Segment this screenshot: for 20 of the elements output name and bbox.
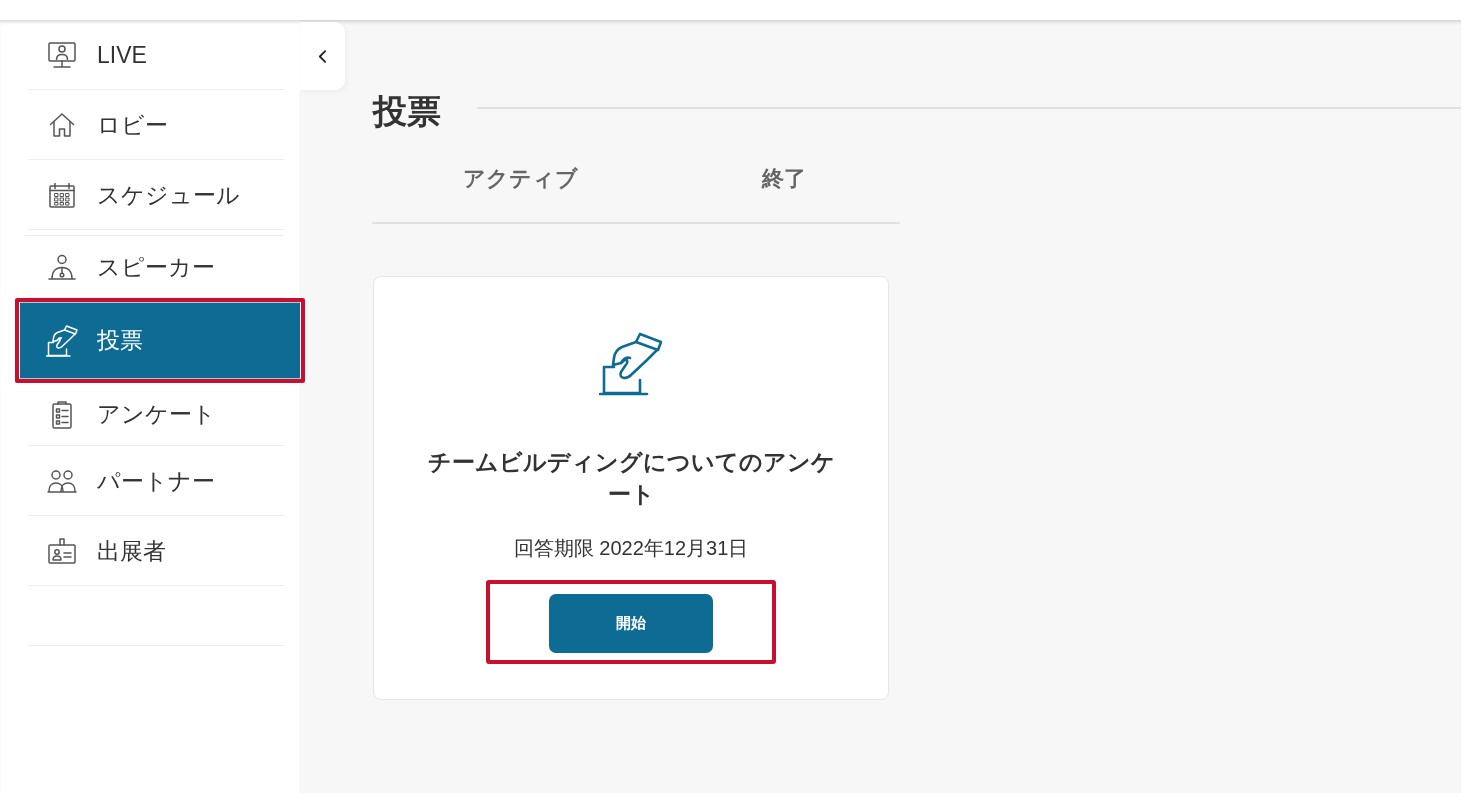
ballot-box-icon — [599, 332, 663, 396]
nav-item[interactable]: LIVE — [20, 20, 300, 90]
nav-item[interactable]: アンケート — [20, 383, 300, 446]
chevron-left-icon — [318, 48, 327, 64]
id-badge-icon — [46, 535, 78, 567]
nav-item[interactable]: パートナー — [20, 446, 300, 516]
ballot-box-icon — [46, 324, 78, 357]
nav-item[interactable]: スケジュール — [20, 160, 300, 230]
page-title: 投票 — [373, 91, 441, 132]
tab[interactable]: 終了 — [668, 144, 900, 222]
nav-item[interactable]: 投票 — [20, 302, 300, 379]
deadline-text: 回答期限 2022年12月31日 — [513, 536, 749, 561]
monitor-person-icon — [46, 39, 78, 71]
card-title: チームビルディングについてのアンケート — [426, 448, 836, 509]
nav-item[interactable]: ロビー — [20, 90, 300, 160]
tab[interactable]: アクティブ — [372, 144, 668, 222]
start-button[interactable]: 開始 — [549, 594, 713, 653]
nav-item[interactable]: 出展者 — [20, 516, 300, 586]
nav-item[interactable]: スピーカー — [20, 236, 300, 298]
collapse-button[interactable] — [300, 22, 345, 90]
